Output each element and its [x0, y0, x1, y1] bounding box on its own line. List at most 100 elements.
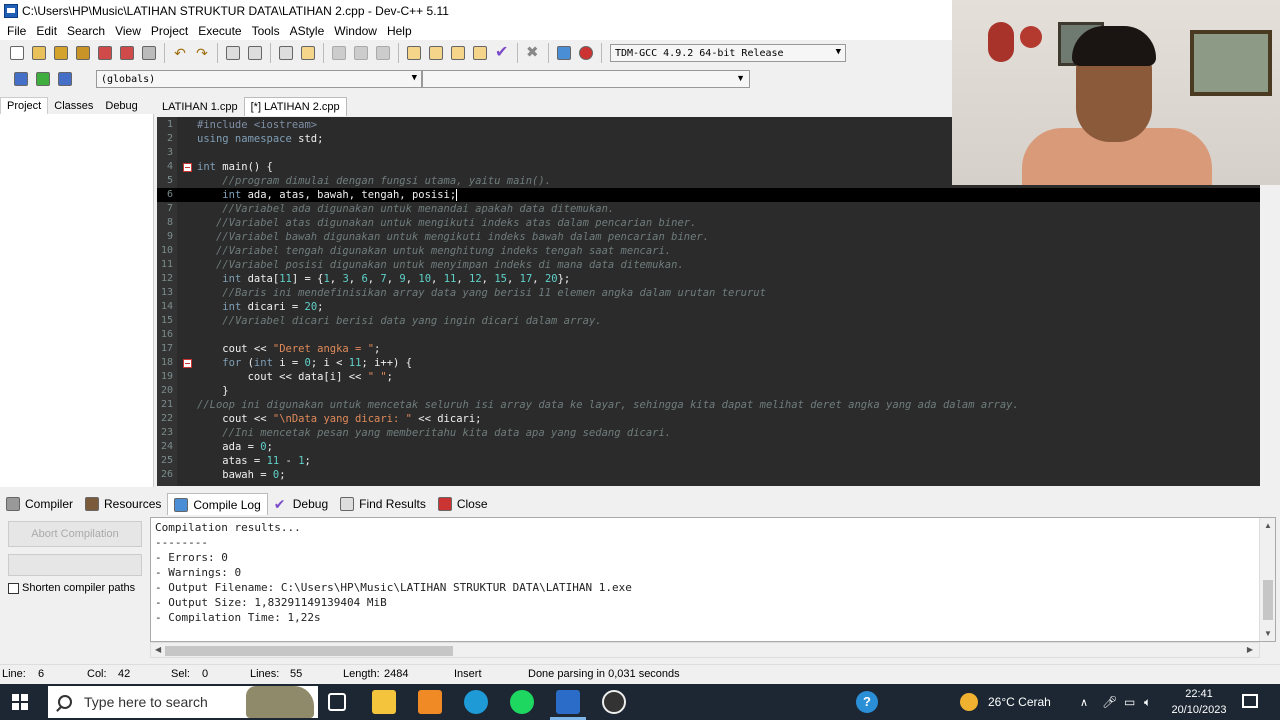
- tab-compile-log[interactable]: Compile Log: [167, 493, 268, 515]
- spotify-icon[interactable]: [510, 690, 534, 714]
- line-number: 19: [160, 371, 173, 382]
- fold-collapse-icon[interactable]: [177, 160, 197, 174]
- menu-edit[interactable]: Edit: [31, 24, 62, 38]
- sublime-text-icon[interactable]: [418, 690, 442, 714]
- line-number: 18: [160, 357, 173, 368]
- shorten-paths-checkbox[interactable]: [8, 582, 19, 594]
- taskbar-clock[interactable]: 22:41 20/10/2023: [1168, 686, 1230, 718]
- shorten-paths-option[interactable]: Shorten compiler paths: [8, 582, 135, 594]
- abort-compilation-button[interactable]: Abort Compilation: [8, 521, 142, 547]
- code-token: //Variabel tengah digunakan untuk menghi…: [215, 245, 672, 257]
- goto-back-icon[interactable]: [329, 43, 349, 63]
- weather-moon-icon[interactable]: [960, 693, 978, 711]
- screen-recorder-icon[interactable]: [602, 690, 626, 714]
- stop-execution-icon[interactable]: ✖: [523, 43, 543, 63]
- windows-start-icon[interactable]: [12, 694, 28, 710]
- bookmark-icon[interactable]: [373, 43, 393, 63]
- status-line-label: Line:: [2, 668, 26, 680]
- scroll-thumb[interactable]: [165, 646, 453, 656]
- horizontal-scrollbar[interactable]: ◀ ▶: [150, 642, 1260, 658]
- unindent-icon[interactable]: [298, 43, 318, 63]
- resources-icon: [85, 497, 100, 511]
- close-all-icon[interactable]: [117, 43, 137, 63]
- file-explorer-icon[interactable]: [372, 690, 396, 714]
- project-browser-panel: [0, 114, 154, 487]
- syntax-check-icon[interactable]: ✔: [492, 43, 512, 63]
- find-icon[interactable]: [223, 43, 243, 63]
- battery-icon[interactable]: ▭: [1124, 684, 1135, 720]
- menu-project[interactable]: Project: [146, 24, 193, 38]
- goto-bookmark-icon[interactable]: [55, 69, 75, 89]
- indent-icon[interactable]: [276, 43, 296, 63]
- line-number: 24: [160, 441, 173, 452]
- volume-icon[interactable]: 🔈︎: [1144, 684, 1151, 720]
- tab-project[interactable]: Project: [0, 97, 49, 114]
- weather-text[interactable]: 26°C Cerah: [988, 684, 1051, 720]
- compiler-select[interactable]: TDM-GCC 4.9.2 64-bit Release ▼: [610, 44, 846, 62]
- toggle-bookmark-icon[interactable]: [33, 69, 53, 89]
- scroll-thumb[interactable]: [1263, 580, 1273, 620]
- menu-search[interactable]: Search: [62, 24, 110, 38]
- compile-icon[interactable]: [404, 43, 424, 63]
- scope-select[interactable]: (globals) ▼: [96, 70, 422, 88]
- save-icon[interactable]: [51, 43, 71, 63]
- scroll-down-icon[interactable]: ▼: [1264, 629, 1272, 638]
- help-icon[interactable]: ?: [856, 691, 878, 713]
- tab-classes[interactable]: Classes: [48, 98, 99, 114]
- menu-view[interactable]: View: [110, 24, 146, 38]
- run-icon[interactable]: [426, 43, 446, 63]
- new-file-icon[interactable]: [7, 43, 27, 63]
- undo-icon[interactable]: ↶: [170, 43, 190, 63]
- menu-execute[interactable]: Execute: [193, 24, 246, 38]
- find-icon: [340, 497, 355, 511]
- code-token: bawah =: [222, 469, 273, 481]
- microphone-icon[interactable]: 🎤︎: [1102, 684, 1117, 720]
- insert-icon[interactable]: [11, 69, 31, 89]
- code-line: 7 //Variabel ada digunakan untuk menanda…: [157, 202, 1260, 216]
- open-file-icon[interactable]: [29, 43, 49, 63]
- menu-file[interactable]: File: [2, 24, 31, 38]
- task-view-icon[interactable]: [328, 693, 346, 711]
- function-select[interactable]: ▼: [422, 70, 750, 88]
- tab-latihan-1[interactable]: LATIHAN 1.cpp: [156, 98, 244, 116]
- tab-latihan-2[interactable]: [*] LATIHAN 2.cpp: [243, 97, 347, 116]
- save-all-icon[interactable]: [73, 43, 93, 63]
- vertical-scrollbar[interactable]: ▲ ▼: [1259, 518, 1275, 641]
- tab-close[interactable]: Close: [432, 493, 494, 515]
- goto-forward-icon[interactable]: [351, 43, 371, 63]
- tab-resources[interactable]: Resources: [79, 493, 167, 515]
- edge-browser-icon[interactable]: [464, 690, 488, 714]
- tab-debug[interactable]: Debug: [99, 98, 143, 114]
- code-token: 11: [348, 357, 362, 369]
- debug-icon[interactable]: [576, 43, 596, 63]
- tab-compiler[interactable]: Compiler: [0, 493, 79, 515]
- compile-run-icon[interactable]: [448, 43, 468, 63]
- menu-astyle[interactable]: AStyle: [285, 24, 330, 38]
- compile-log-output[interactable]: Compilation results... -------- - Errors…: [150, 517, 1276, 642]
- close-file-icon[interactable]: [95, 43, 115, 63]
- code-token: ;: [304, 455, 311, 467]
- scroll-right-icon[interactable]: ▶: [1247, 645, 1253, 654]
- replace-icon[interactable]: [245, 43, 265, 63]
- rebuild-all-icon[interactable]: [470, 43, 490, 63]
- redo-icon[interactable]: ↷: [192, 43, 212, 63]
- menu-help[interactable]: Help: [382, 24, 417, 38]
- menu-tools[interactable]: Tools: [247, 24, 285, 38]
- tab-debug-label: Debug: [292, 497, 329, 511]
- search-highlight-image[interactable]: [246, 686, 314, 718]
- profile-icon[interactable]: [554, 43, 574, 63]
- scroll-left-icon[interactable]: ◀: [155, 645, 161, 654]
- tab-find-results[interactable]: Find Results: [334, 493, 432, 515]
- fold-collapse-icon[interactable]: [177, 356, 197, 370]
- devcpp-taskbar-icon[interactable]: [556, 690, 580, 714]
- scroll-up-icon[interactable]: ▲: [1264, 521, 1272, 530]
- tab-debug-output[interactable]: ✔ Debug: [268, 493, 334, 515]
- print-icon[interactable]: [139, 43, 159, 63]
- status-lines-label: Lines:: [250, 668, 280, 680]
- notification-icon[interactable]: [1242, 694, 1258, 708]
- code-token: << dicari;: [411, 413, 482, 425]
- menu-window[interactable]: Window: [329, 24, 382, 38]
- tray-chevron-icon[interactable]: ∧: [1080, 684, 1088, 720]
